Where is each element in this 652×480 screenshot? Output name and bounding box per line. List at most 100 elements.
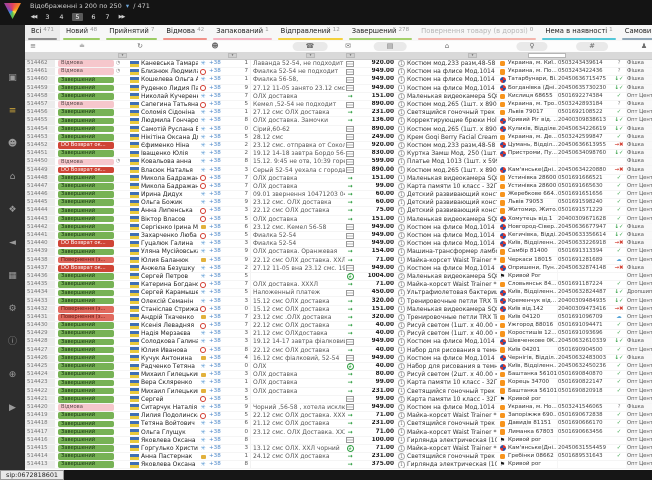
order-row[interactable]: 514457 Відмова Сапегина Татьяна С... +38… bbox=[25, 101, 652, 109]
order-row[interactable]: 514451 Завершений Іващенко Юлія +38 2 19… bbox=[25, 150, 652, 158]
phone-number[interactable]: +38 5 bbox=[208, 396, 250, 403]
phone-number[interactable]: +38 0 bbox=[208, 363, 250, 370]
tab-Нема в наявності[interactable]: Нема в наявності1 bbox=[539, 25, 618, 41]
phone-number[interactable]: +38 3 bbox=[208, 297, 250, 304]
phone-number[interactable]: +38 1 bbox=[208, 109, 250, 116]
status-badge[interactable]: Завершений bbox=[58, 363, 114, 370]
order-row[interactable]: 514413 Завершений Яковлева Оксана +38 8 … bbox=[25, 461, 652, 469]
phone-number[interactable]: +38 0 bbox=[208, 306, 250, 313]
status-badge[interactable]: Завершений bbox=[58, 93, 114, 100]
order-row[interactable]: 514425 Завершений Радченко Тетяна +38 0 … bbox=[25, 363, 652, 371]
filter-dropdown[interactable]: ▾ bbox=[306, 53, 315, 58]
order-row[interactable]: 514436 Завершений Сергей Петров +38 5 10… bbox=[25, 273, 652, 281]
app-logo-icon[interactable] bbox=[4, 3, 21, 19]
status-badge[interactable]: Завершений bbox=[58, 355, 114, 362]
phone-number[interactable]: +38 1 bbox=[208, 453, 250, 460]
page-button[interactable]: 4 bbox=[58, 13, 65, 21]
order-row[interactable]: 514458 Завершений Николай Кучеренко +38 … bbox=[25, 93, 652, 101]
sidebar-web-icon[interactable]: ⊕ bbox=[9, 370, 17, 380]
status-badge[interactable]: Повернення (з... bbox=[58, 257, 114, 264]
order-row[interactable]: 514434 Завершений Сергей Карамышев +38 5… bbox=[25, 289, 652, 297]
phone-number[interactable]: +38 9 bbox=[208, 404, 250, 411]
order-row[interactable]: 514455 Завершений Людмила Гончарова +38 … bbox=[25, 117, 652, 125]
phone-number[interactable]: +38 7 bbox=[208, 175, 250, 182]
status-badge[interactable]: Завершений bbox=[58, 134, 114, 141]
order-row[interactable]: 514431 Повернення (з... Андрій Ткаченко … bbox=[25, 314, 652, 322]
order-row[interactable]: 514426 Завершений Кучук Антонина +38 4 1… bbox=[25, 355, 652, 363]
order-row[interactable]: 514417 Завершений Ольга Глущук +38 0 23.… bbox=[25, 428, 652, 436]
filter-dropdown[interactable]: ▾ bbox=[118, 53, 127, 58]
phone-number[interactable]: +38 8 bbox=[208, 347, 250, 354]
order-row[interactable]: 514442 Завершений Сергієнко Ірина Ми... … bbox=[25, 224, 652, 232]
filter-dropdown[interactable]: ▾ bbox=[228, 53, 237, 58]
clients-icon[interactable]: ☻ bbox=[211, 42, 218, 51]
order-row[interactable]: 514424 Завершений Михаил Гилецький +38 3… bbox=[25, 371, 652, 379]
order-row[interactable]: 514445 Завершений Ольга Божик +38 9 23.1… bbox=[25, 199, 652, 207]
phone-number[interactable]: +38 7 bbox=[208, 191, 250, 198]
status-badge[interactable]: DO Возврат ок... bbox=[58, 265, 114, 272]
phone-number[interactable]: +38 6 bbox=[208, 224, 250, 231]
tab-Всі[interactable]: Всі471 bbox=[25, 25, 60, 41]
order-row[interactable]: 514461 Відмова ◔ Близнюк Людмила ... +38… bbox=[25, 68, 652, 76]
order-row[interactable]: 514443 Завершений Віктор Власов +38 5 ОЛ… bbox=[25, 216, 652, 224]
status-badge[interactable]: Відмова bbox=[58, 60, 114, 67]
order-row[interactable]: 514452 DO Возврат ок... Єфименко Ніна +3… bbox=[25, 142, 652, 150]
phone-number[interactable]: +38 3 bbox=[208, 330, 250, 337]
order-row[interactable]: 514420 Відмова Ситарчук Наталія Гр... +3… bbox=[25, 404, 652, 412]
status-badge[interactable]: Завершений bbox=[58, 281, 114, 288]
last-page-button[interactable]: ▶▶ bbox=[118, 14, 125, 20]
phone-number[interactable]: +38 3 bbox=[208, 338, 250, 345]
status-badge[interactable]: Завершений bbox=[58, 183, 114, 190]
phone-number[interactable]: +38 1 bbox=[208, 379, 250, 386]
phone-number[interactable]: +38 7 bbox=[208, 68, 250, 75]
order-row[interactable]: 514438 Повернення (з... Юлия Баланюк +38… bbox=[25, 257, 652, 265]
status-badge[interactable]: Завершений bbox=[58, 224, 114, 231]
sidebar-clients-icon[interactable]: ☻ bbox=[8, 139, 17, 149]
status-badge[interactable]: Завершений bbox=[58, 77, 114, 84]
status-badge[interactable]: Завершений bbox=[58, 216, 114, 223]
status-column-icon[interactable]: ≐ bbox=[79, 42, 85, 51]
page-button[interactable]: 5 bbox=[72, 13, 83, 21]
phone-number[interactable]: +38 5 bbox=[208, 273, 250, 280]
order-row[interactable]: 514415 Завершений Горгулько Христина... … bbox=[25, 445, 652, 453]
status-badge[interactable]: Завершений bbox=[58, 232, 114, 239]
phone-number[interactable]: +38 9 bbox=[208, 257, 250, 264]
order-row[interactable]: 514433 Завершений Олексій Семанін +38 3 … bbox=[25, 297, 652, 305]
phone-icon[interactable]: ☎ bbox=[293, 42, 328, 51]
products-icon[interactable]: ⌂ bbox=[445, 42, 449, 51]
status-badge[interactable]: Завершений bbox=[58, 273, 114, 280]
phone-number[interactable]: +38 2 bbox=[208, 265, 250, 272]
tab-Самовивіз[interactable]: Самовивіз2 bbox=[619, 25, 652, 41]
sidebar-info-icon[interactable]: ⓘ bbox=[8, 337, 17, 347]
status-badge[interactable]: Завершений bbox=[58, 208, 114, 215]
order-row[interactable]: 514450 Відмова ◔ Ковальова анна +38 8 15… bbox=[25, 158, 652, 166]
first-page-button[interactable]: ◀◀ bbox=[30, 14, 37, 20]
filter-dropdown[interactable]: ▾ bbox=[346, 53, 355, 58]
page-button[interactable]: 3 bbox=[44, 13, 51, 21]
filter-input[interactable] bbox=[528, 53, 566, 58]
order-row[interactable]: 514453 Завершений Нікітіна Оксана Дми...… bbox=[25, 134, 652, 142]
phone-number[interactable]: +38 4 bbox=[208, 355, 250, 362]
status-badge[interactable]: Завершений bbox=[58, 347, 114, 354]
order-row[interactable]: 514444 Завершений Анна Липенська +38 3 2… bbox=[25, 207, 652, 215]
tab-Відмова[interactable]: Відмова42 bbox=[160, 25, 210, 41]
phone-number[interactable]: +38 7 bbox=[208, 281, 250, 288]
phone-number[interactable]: +38 9 bbox=[208, 85, 250, 92]
phone-number[interactable]: +38 7 bbox=[208, 322, 250, 329]
filter-dropdown[interactable]: ▾ bbox=[468, 53, 477, 58]
sidebar-orders-icon[interactable]: ≡ bbox=[9, 106, 17, 116]
phone-number[interactable]: +38 3 bbox=[208, 371, 250, 378]
status-badge[interactable]: Повернення (з... bbox=[58, 314, 114, 321]
status-badge[interactable]: Відмова bbox=[58, 101, 114, 108]
order-row[interactable]: 514462 Відмова ◔ Каневська Тамара ... +3… bbox=[25, 60, 652, 68]
order-row[interactable]: 514418 Завершений Тетяна Войтович +38 6 … bbox=[25, 420, 652, 428]
status-badge[interactable]: Завершений bbox=[58, 421, 114, 428]
tab-Повернення товару (в дорозі)[interactable]: Повернення товару (в дорозі)0 bbox=[415, 25, 539, 41]
status-badge[interactable]: Завершений bbox=[58, 371, 114, 378]
status-badge[interactable]: Завершений bbox=[58, 249, 114, 256]
status-badge[interactable]: Відмова bbox=[58, 68, 114, 75]
status-badge[interactable]: Завершений bbox=[58, 150, 114, 157]
page-button[interactable]: 6 bbox=[90, 13, 97, 21]
status-badge[interactable]: Завершений bbox=[58, 199, 114, 206]
phone-number[interactable]: +38 5 bbox=[208, 216, 250, 223]
